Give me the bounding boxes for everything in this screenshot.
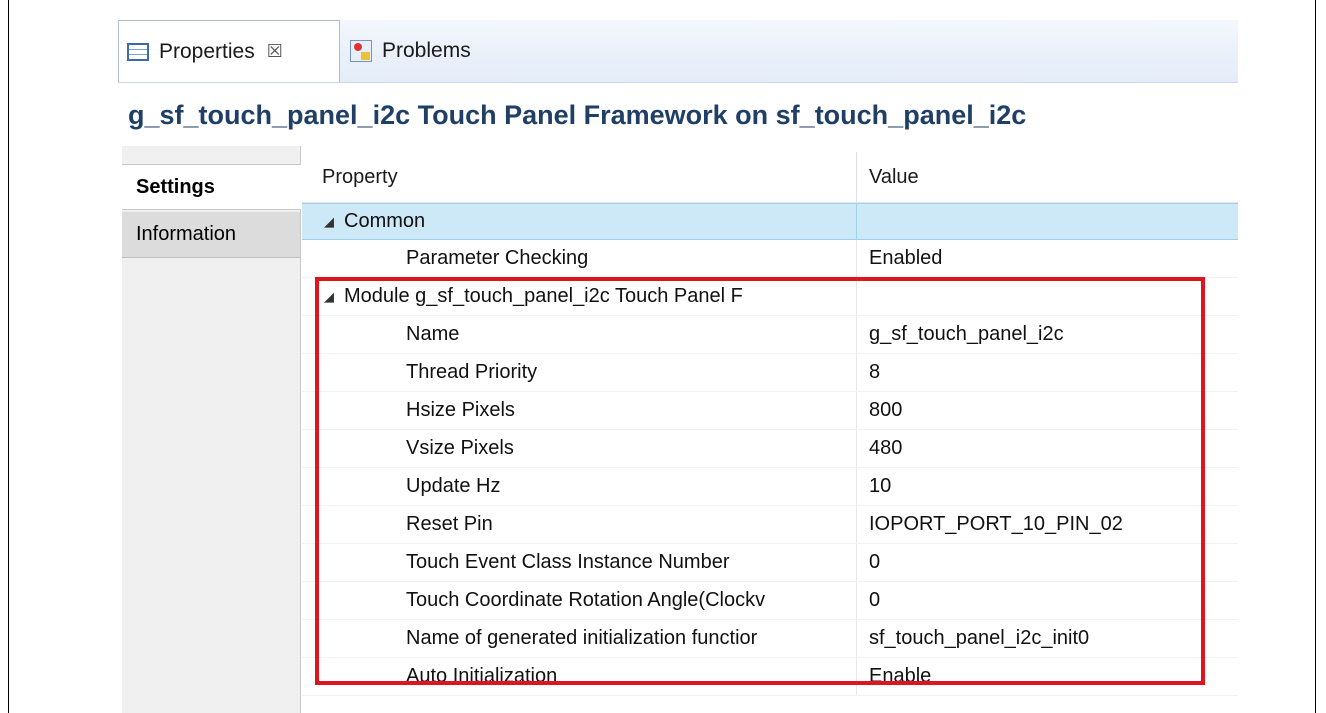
table-row[interactable]: Update Hz 10 <box>302 468 1238 506</box>
property-cell: Name of generated initialization functio… <box>302 620 857 657</box>
value-cell <box>857 278 1238 315</box>
close-icon[interactable]: ☒ <box>267 41 283 62</box>
table-row[interactable]: Thread Priority 8 <box>302 354 1238 392</box>
table-header: Property Value <box>302 152 1238 203</box>
value-cell[interactable]: g_sf_touch_panel_i2c <box>857 316 1238 353</box>
property-cell: Vsize Pixels <box>302 430 857 467</box>
property-cell: Auto Initialization <box>302 658 857 695</box>
value-cell[interactable]: 800 <box>857 392 1238 429</box>
property-cell: ◢ Module g_sf_touch_panel_i2c Touch Pane… <box>302 278 857 315</box>
table-row[interactable]: Hsize Pixels 800 <box>302 392 1238 430</box>
value-cell[interactable]: IOPORT_PORT_10_PIN_02 <box>857 506 1238 543</box>
value-cell[interactable]: 0 <box>857 544 1238 581</box>
category-label: Common <box>344 210 426 232</box>
table-row[interactable]: Name of generated initialization functio… <box>302 620 1238 658</box>
property-cell: Parameter Checking <box>302 240 857 277</box>
tab-problems-label: Problems <box>382 39 471 62</box>
table-row[interactable]: Vsize Pixels 480 <box>302 430 1238 468</box>
table-row[interactable]: Touch Event Class Instance Number 0 <box>302 544 1238 582</box>
tab-problems[interactable]: Problems <box>342 20 479 82</box>
value-cell[interactable]: 480 <box>857 430 1238 467</box>
property-cell: Touch Coordinate Rotation Angle(Clockv <box>302 582 857 619</box>
property-cell: ◢ Common <box>302 204 857 239</box>
value-cell <box>857 204 1238 239</box>
property-cell: Update Hz <box>302 468 857 505</box>
value-cell[interactable]: sf_touch_panel_i2c_init0 <box>857 620 1238 657</box>
table-row-common[interactable]: ◢ Common <box>302 203 1238 240</box>
value-cell[interactable]: 8 <box>857 354 1238 391</box>
column-header-value[interactable]: Value <box>857 152 1238 202</box>
table-row[interactable]: Reset Pin IOPORT_PORT_10_PIN_02 <box>302 506 1238 544</box>
category-label: Module g_sf_touch_panel_i2c Touch Panel … <box>344 285 743 307</box>
sidebar-item-settings[interactable]: Settings <box>122 164 301 210</box>
column-header-property[interactable]: Property <box>302 152 857 202</box>
sidebar-item-information[interactable]: Information <box>122 212 300 258</box>
value-cell[interactable]: 10 <box>857 468 1238 505</box>
property-cell: Thread Priority <box>302 354 857 391</box>
table-row-module[interactable]: ◢ Module g_sf_touch_panel_i2c Touch Pane… <box>302 278 1238 316</box>
property-cell: Name <box>302 316 857 353</box>
properties-table: Property Value ◢ Common Parameter Checki… <box>302 152 1238 696</box>
value-cell[interactable]: Enabled <box>857 240 1238 277</box>
property-cell: Reset Pin <box>302 506 857 543</box>
expand-triangle-icon[interactable]: ◢ <box>324 214 334 230</box>
page-title: g_sf_touch_panel_i2c Touch Panel Framewo… <box>128 100 1027 130</box>
table-row[interactable]: Parameter Checking Enabled <box>302 240 1238 278</box>
property-cell: Hsize Pixels <box>302 392 857 429</box>
table-row[interactable]: Name g_sf_touch_panel_i2c <box>302 316 1238 354</box>
properties-sidebar: Settings Information <box>122 146 301 713</box>
table-row[interactable]: Auto Initialization Enable <box>302 658 1238 696</box>
tab-properties[interactable]: Properties ☒ <box>118 20 340 82</box>
properties-icon <box>127 42 149 61</box>
problems-icon <box>350 40 372 62</box>
expand-triangle-icon[interactable]: ◢ <box>324 289 334 305</box>
value-cell[interactable]: Enable <box>857 658 1238 695</box>
tab-properties-label: Properties <box>159 39 255 63</box>
property-cell: Touch Event Class Instance Number <box>302 544 857 581</box>
value-cell[interactable]: 0 <box>857 582 1238 619</box>
table-row[interactable]: Touch Coordinate Rotation Angle(Clockv 0 <box>302 582 1238 620</box>
view-tab-bar: Properties ☒ Problems <box>118 20 1238 83</box>
